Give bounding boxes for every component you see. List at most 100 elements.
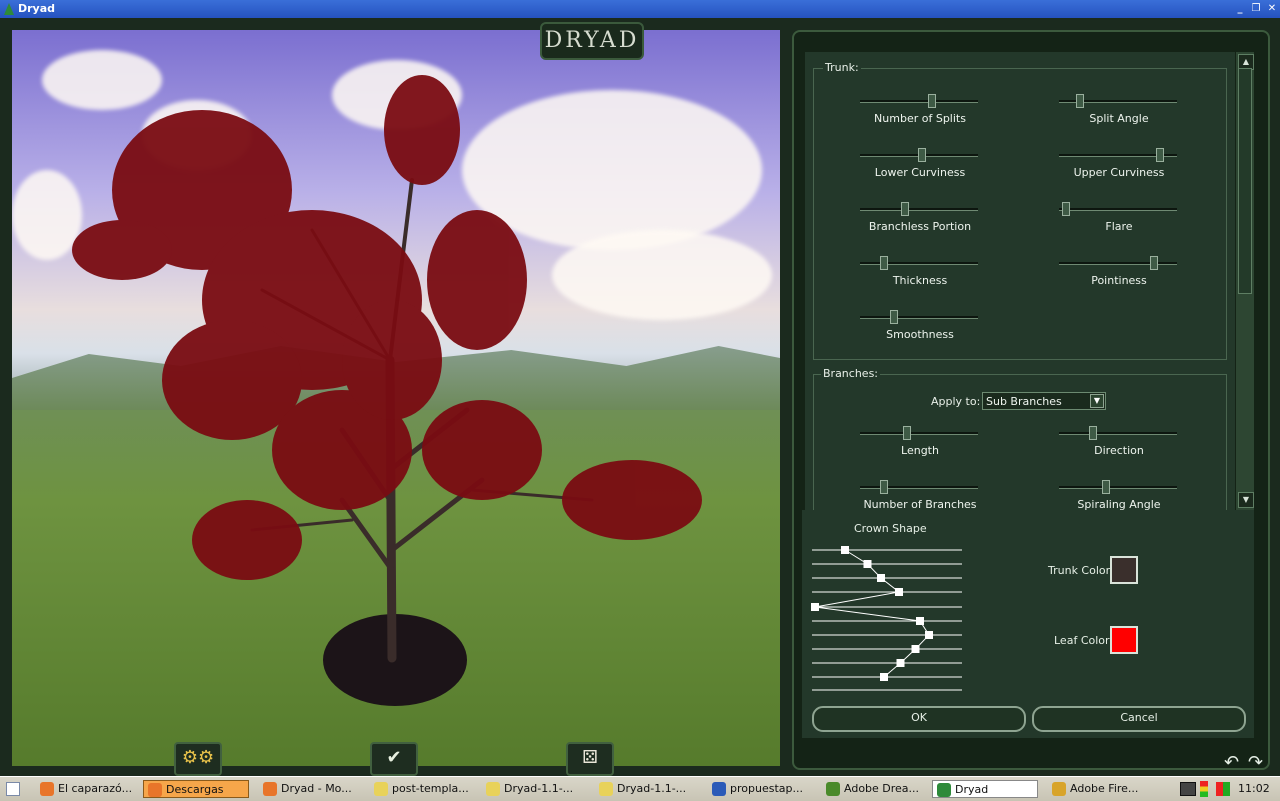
cancel-button[interactable]: Cancel bbox=[1032, 706, 1246, 732]
slider-track[interactable] bbox=[1059, 262, 1177, 265]
apply-button[interactable]: ✔ bbox=[370, 742, 418, 776]
slider-label: Split Angle bbox=[1089, 112, 1149, 125]
slider-label: Pointiness bbox=[1091, 274, 1147, 287]
smoothness-slider[interactable]: Smoothness bbox=[860, 310, 980, 341]
taskbar-item-label: Adobe Fire... bbox=[1070, 782, 1139, 795]
taskbar-item-label: El caparazó... bbox=[58, 782, 133, 795]
slider-track[interactable] bbox=[860, 432, 978, 435]
ok-button[interactable]: OK bbox=[812, 706, 1026, 732]
apply-to-label: Apply to: bbox=[931, 395, 981, 408]
pointiness-slider[interactable]: Pointiness bbox=[1059, 256, 1179, 287]
show-desktop-icon[interactable] bbox=[6, 782, 20, 796]
slider-track[interactable] bbox=[1059, 486, 1177, 489]
restore-icon[interactable]: ❐ bbox=[1250, 3, 1262, 15]
scrollbar-thumb[interactable] bbox=[1238, 68, 1252, 294]
apply-to-value: Sub Branches bbox=[986, 395, 1062, 408]
traffic-light-icon[interactable] bbox=[1200, 781, 1208, 797]
window-title-bar[interactable]: Dryad _ ❐ ✕ bbox=[0, 0, 1280, 18]
slider-thumb[interactable] bbox=[880, 256, 888, 270]
slider-thumb[interactable] bbox=[880, 480, 888, 494]
number-of-branches-slider[interactable]: Number of Branches bbox=[860, 480, 980, 510]
crown-control-point[interactable] bbox=[911, 645, 920, 653]
taskbar-item-dryad-1-1[interactable]: Dryad-1.1-... bbox=[482, 780, 588, 798]
randomize-button[interactable]: ⚄ bbox=[566, 742, 614, 776]
taskbar-item-adobe-drea[interactable]: Adobe Drea... bbox=[822, 780, 928, 798]
redo-icon[interactable]: ↷ bbox=[1248, 752, 1263, 773]
lower-curviness-slider[interactable]: Lower Curviness bbox=[860, 148, 980, 179]
taskbar-item-propuestap[interactable]: propuestap... bbox=[708, 780, 814, 798]
scroll-down-icon[interactable]: ▼ bbox=[1238, 492, 1254, 508]
crown-control-point[interactable] bbox=[895, 588, 903, 596]
taskbar-item-dryad[interactable]: Dryad bbox=[932, 780, 1038, 798]
slider-thumb[interactable] bbox=[1062, 202, 1070, 216]
slider-thumb[interactable] bbox=[1076, 94, 1084, 108]
branchless-portion-slider[interactable]: Branchless Portion bbox=[860, 202, 980, 233]
slider-thumb[interactable] bbox=[1089, 426, 1097, 440]
crown-control-point[interactable] bbox=[916, 617, 924, 625]
tree-viewport[interactable] bbox=[12, 30, 780, 766]
taskbar-item-adobe-fire[interactable]: Adobe Fire... bbox=[1048, 780, 1154, 798]
crown-shape-curve bbox=[814, 549, 930, 678]
crown-control-point[interactable] bbox=[863, 560, 872, 568]
checkmark-icon: ✔ bbox=[386, 747, 402, 768]
slider-thumb[interactable] bbox=[903, 426, 911, 440]
slider-thumb[interactable] bbox=[928, 94, 936, 108]
slider-label: Length bbox=[901, 444, 939, 457]
slider-label: Branchless Portion bbox=[868, 220, 972, 233]
crown-control-point[interactable] bbox=[896, 659, 905, 667]
flare-slider[interactable]: Flare bbox=[1059, 202, 1179, 233]
folder-icon bbox=[374, 782, 388, 796]
crown-control-point[interactable] bbox=[880, 673, 888, 681]
slider-track[interactable] bbox=[1059, 208, 1177, 211]
slider-thumb[interactable] bbox=[890, 310, 898, 324]
thickness-slider[interactable]: Thickness bbox=[860, 256, 980, 287]
gears-icon: ⚙⚙ bbox=[181, 747, 215, 768]
slider-thumb[interactable] bbox=[1156, 148, 1164, 162]
slider-thumb[interactable] bbox=[1102, 480, 1110, 494]
taskbar-item-dryad-1-1[interactable]: Dryad-1.1-... bbox=[595, 780, 701, 798]
parameters-scroll-area[interactable]: Trunk: Number of Splits Split Angle Lower … bbox=[805, 52, 1235, 510]
settings-button[interactable]: ⚙⚙ bbox=[174, 742, 222, 776]
crown-control-point[interactable] bbox=[877, 574, 885, 582]
taskbar-item-dryad-mo[interactable]: Dryad - Mo... bbox=[259, 780, 365, 798]
slider-thumb[interactable] bbox=[901, 202, 909, 216]
slider-track[interactable] bbox=[860, 262, 978, 265]
crown-control-point[interactable] bbox=[811, 603, 819, 611]
chevron-down-icon[interactable]: ▼ bbox=[1090, 394, 1104, 408]
spiraling-angle-slider[interactable]: Spiraling Angle bbox=[1059, 480, 1179, 510]
crown-control-point[interactable] bbox=[841, 546, 849, 554]
split-angle-slider[interactable]: Split Angle bbox=[1059, 94, 1179, 125]
trunk-color-swatch[interactable] bbox=[1110, 556, 1138, 584]
number-of-splits-slider[interactable]: Number of Splits bbox=[860, 94, 980, 125]
taskbar-item-el-caparaz[interactable]: El caparazó... bbox=[36, 780, 142, 798]
taskbar-item-post-templa[interactable]: post-templa... bbox=[370, 780, 476, 798]
upper-curviness-slider[interactable]: Upper Curviness bbox=[1059, 148, 1179, 179]
crown-control-point[interactable] bbox=[925, 631, 933, 639]
close-icon[interactable]: ✕ bbox=[1266, 3, 1278, 15]
tray-app-icon[interactable] bbox=[1216, 782, 1230, 796]
taskbar-item-label: Dryad-1.1-... bbox=[504, 782, 574, 795]
taskbar-item-descargas[interactable]: Descargas bbox=[143, 780, 249, 798]
trunk-color-label: Trunk Color bbox=[1048, 564, 1111, 577]
vertical-scrollbar[interactable]: ▲ ▼ bbox=[1236, 52, 1254, 510]
folder-open-icon bbox=[599, 782, 613, 796]
slider-track[interactable] bbox=[1059, 432, 1177, 435]
slider-thumb[interactable] bbox=[1150, 256, 1158, 270]
slider-track[interactable] bbox=[860, 316, 978, 319]
leaf-color-label: Leaf Color bbox=[1054, 634, 1110, 647]
slider-label: Direction bbox=[1094, 444, 1144, 457]
apply-to-dropdown[interactable]: Sub Branches ▼ bbox=[982, 392, 1106, 410]
crown-shape-editor[interactable] bbox=[810, 540, 966, 696]
slider-track[interactable] bbox=[860, 100, 978, 103]
slider-thumb[interactable] bbox=[918, 148, 926, 162]
direction-slider[interactable]: Direction bbox=[1059, 426, 1179, 457]
firefox-icon bbox=[263, 782, 277, 796]
undo-icon[interactable]: ↶ bbox=[1224, 752, 1239, 773]
taskbar-item-label: Dryad bbox=[955, 783, 989, 796]
leaf-color-swatch[interactable] bbox=[1110, 626, 1138, 654]
monitor-icon[interactable] bbox=[1180, 782, 1196, 796]
length-slider[interactable]: Length bbox=[860, 426, 980, 457]
slider-track[interactable] bbox=[860, 486, 978, 489]
minimize-icon[interactable]: _ bbox=[1234, 3, 1246, 15]
slider-track[interactable] bbox=[860, 208, 978, 211]
